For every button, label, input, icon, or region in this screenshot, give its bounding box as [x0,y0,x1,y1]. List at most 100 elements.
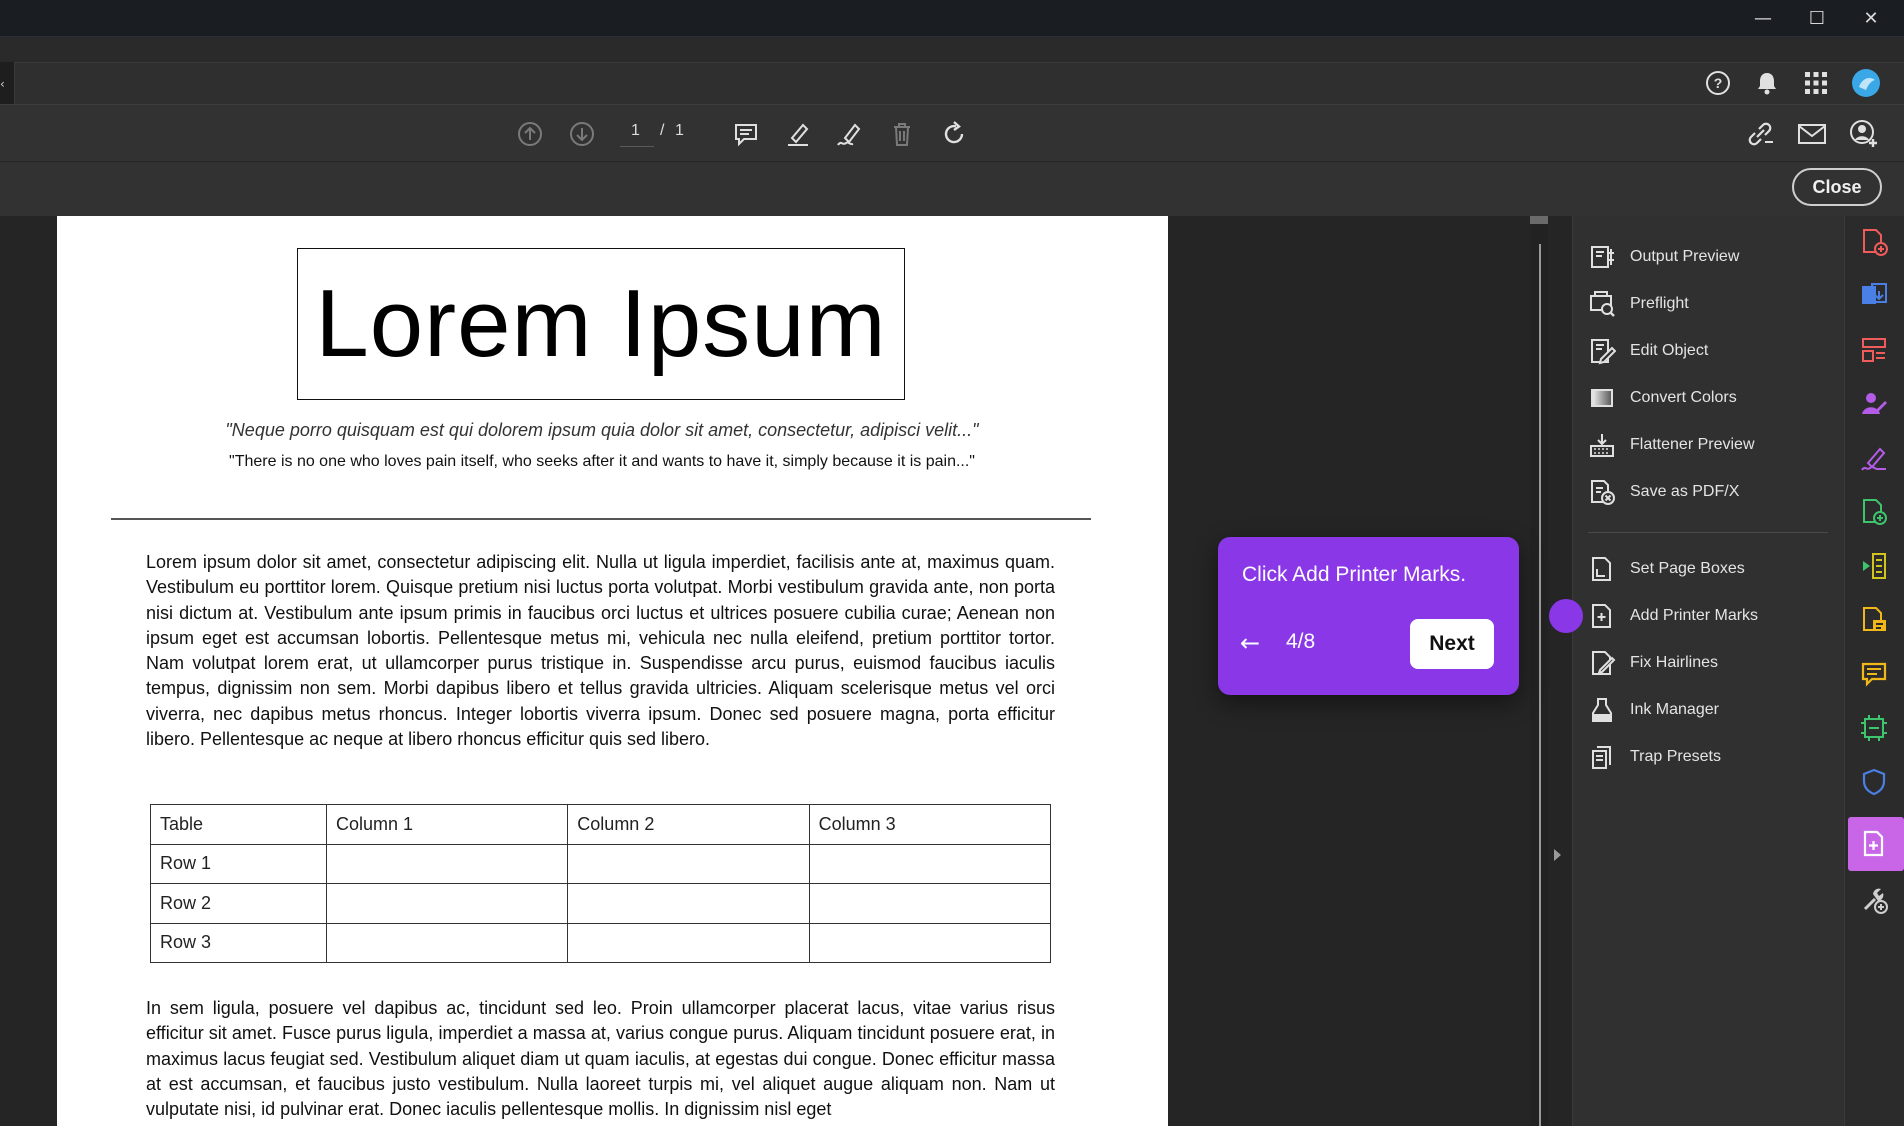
tool-trap-presets[interactable]: Trap Presets [1586,739,1836,775]
table-row: Row 3 [150,922,1052,963]
tool-set-page-boxes[interactable]: Set Page Boxes [1586,551,1836,587]
tour-back-arrow-icon[interactable]: ← [1240,629,1260,657]
page-number-input[interactable]: 1 [631,122,640,140]
app-header [14,62,1904,104]
document-table: Table Column 1 Column 2 Column 3 Row 1 R… [150,804,1052,963]
email-icon[interactable] [1794,116,1830,152]
body-paragraph: Lorem ipsum dolor sit amet, consectetur … [146,552,1055,750]
tab-strip [0,37,1904,62]
help-icon[interactable]: ? [1701,66,1735,100]
rotate-icon[interactable] [936,116,972,152]
tool-label: Preflight [1630,295,1689,312]
more-tools-icon[interactable] [1856,882,1892,918]
tool-label: Flattener Preview [1630,436,1755,453]
scan-ocr-icon[interactable] [1856,494,1892,530]
table-cell [325,843,569,884]
tool-fix-hairlines[interactable]: Fix Hairlines [1586,645,1836,681]
tool-convert-colors[interactable]: Convert Colors [1586,380,1836,416]
table-cell [808,843,1052,884]
table-header-cell: Column 3 [808,804,1052,845]
tool-ink-manager[interactable]: Ink Manager [1586,692,1836,728]
comment-icon[interactable] [1856,656,1892,692]
table-cell [567,883,810,924]
ink-manager-icon [1586,694,1618,726]
tool-edit-object[interactable]: Edit Object [1586,333,1836,369]
create-pdf-icon[interactable] [1856,224,1892,260]
link-icon[interactable] [1742,116,1778,152]
maximize-button[interactable]: ☐ [1790,0,1844,37]
profile-icon[interactable] [1849,66,1883,100]
table-cell [325,883,569,924]
tool-flattener-preview[interactable]: Flattener Preview [1586,427,1836,463]
tool-save-as-pdfx[interactable]: Save as PDF/X [1586,474,1836,510]
edit-object-icon [1586,335,1618,367]
tour-popover: Click Add Printer Marks. ← 4/8 Next [1218,537,1519,695]
table-cell: Row 2 [150,883,327,924]
fix-hairlines-icon [1586,647,1618,679]
body-paragraph: In sem ligula, posuere vel dapibus ac, t… [146,998,1055,1120]
table-row: Row 1 [150,843,1052,884]
tool-output-preview[interactable]: Output Preview [1586,239,1836,275]
tour-pointer-dot [1549,599,1583,633]
combine-files-icon[interactable] [1856,710,1892,746]
tool-label: Edit Object [1630,342,1709,359]
tool-label: Ink Manager [1630,701,1719,718]
table-row: Row 2 [150,883,1052,924]
output-preview-icon [1586,241,1618,273]
tool-label: Fix Hairlines [1630,654,1719,671]
tool-label: Set Page Boxes [1630,560,1745,577]
minimize-button[interactable]: — [1736,0,1790,37]
table-cell: Row 1 [150,843,327,884]
print-production-icon[interactable] [1856,826,1892,862]
page-up-icon[interactable] [512,116,548,152]
page-input-underline [620,146,654,147]
pdf-page: Lorem Ipsum "Neque porro quisquam est qu… [57,216,1168,1126]
document-title-box: Lorem Ipsum [297,248,905,400]
table-cell: Row 3 [150,922,327,963]
page-total: 1 [675,122,684,139]
preflight-icon [1586,288,1618,320]
set-page-boxes-icon [1586,553,1618,585]
table-cell [808,883,1052,924]
page-down-icon[interactable] [564,116,600,152]
share-user-icon[interactable] [1846,116,1882,152]
page-separator: / [660,122,665,139]
tour-message: Click Add Printer Marks. [1242,563,1467,586]
comment-icon[interactable] [728,116,764,152]
table-header-cell: Table [150,804,327,845]
highlight-icon[interactable] [780,116,816,152]
tool-context-bar [0,162,1904,216]
export-pdf-icon[interactable] [1856,278,1892,314]
table-cell [808,922,1052,963]
sign-icon[interactable] [832,116,868,152]
tool-preflight[interactable]: Preflight [1586,286,1836,322]
save-pdfx-icon [1586,476,1618,508]
tour-next-button[interactable]: Next [1410,619,1494,669]
horizontal-rule [111,518,1091,520]
protect-icon[interactable] [1856,764,1892,800]
flattener-preview-icon [1586,429,1618,461]
scrollbar-rail [1539,244,1541,1126]
collapse-left-arrow[interactable]: ‹ [0,77,5,91]
table-cell [567,843,810,884]
table-cell [567,922,810,963]
quote-english: "There is no one who loves pain itself, … [229,453,975,470]
apps-grid-icon[interactable] [1799,66,1833,100]
close-tool-button[interactable]: Close [1792,168,1882,206]
close-window-button[interactable]: ✕ [1844,0,1898,37]
request-signature-icon[interactable] [1856,386,1892,422]
edit-pdf-icon[interactable] [1856,602,1892,638]
table-header-cell: Column 2 [567,804,810,845]
bell-icon[interactable] [1750,66,1784,100]
quote-latin: "Neque porro quisquam est qui dolorem ip… [225,420,979,440]
fill-sign-icon[interactable] [1856,440,1892,476]
scrollbar-thumb[interactable] [1530,216,1548,224]
tool-label: Add Printer Marks [1630,607,1759,624]
svg-text:?: ? [1714,75,1723,91]
organize-pages-icon[interactable] [1856,332,1892,368]
tool-add-printer-marks[interactable]: Add Printer Marks [1586,598,1836,634]
panel-collapse-arrow-icon[interactable] [1554,849,1561,861]
tool-label: Save as PDF/X [1630,483,1740,500]
compress-icon[interactable] [1856,548,1892,584]
delete-icon[interactable] [884,116,920,152]
